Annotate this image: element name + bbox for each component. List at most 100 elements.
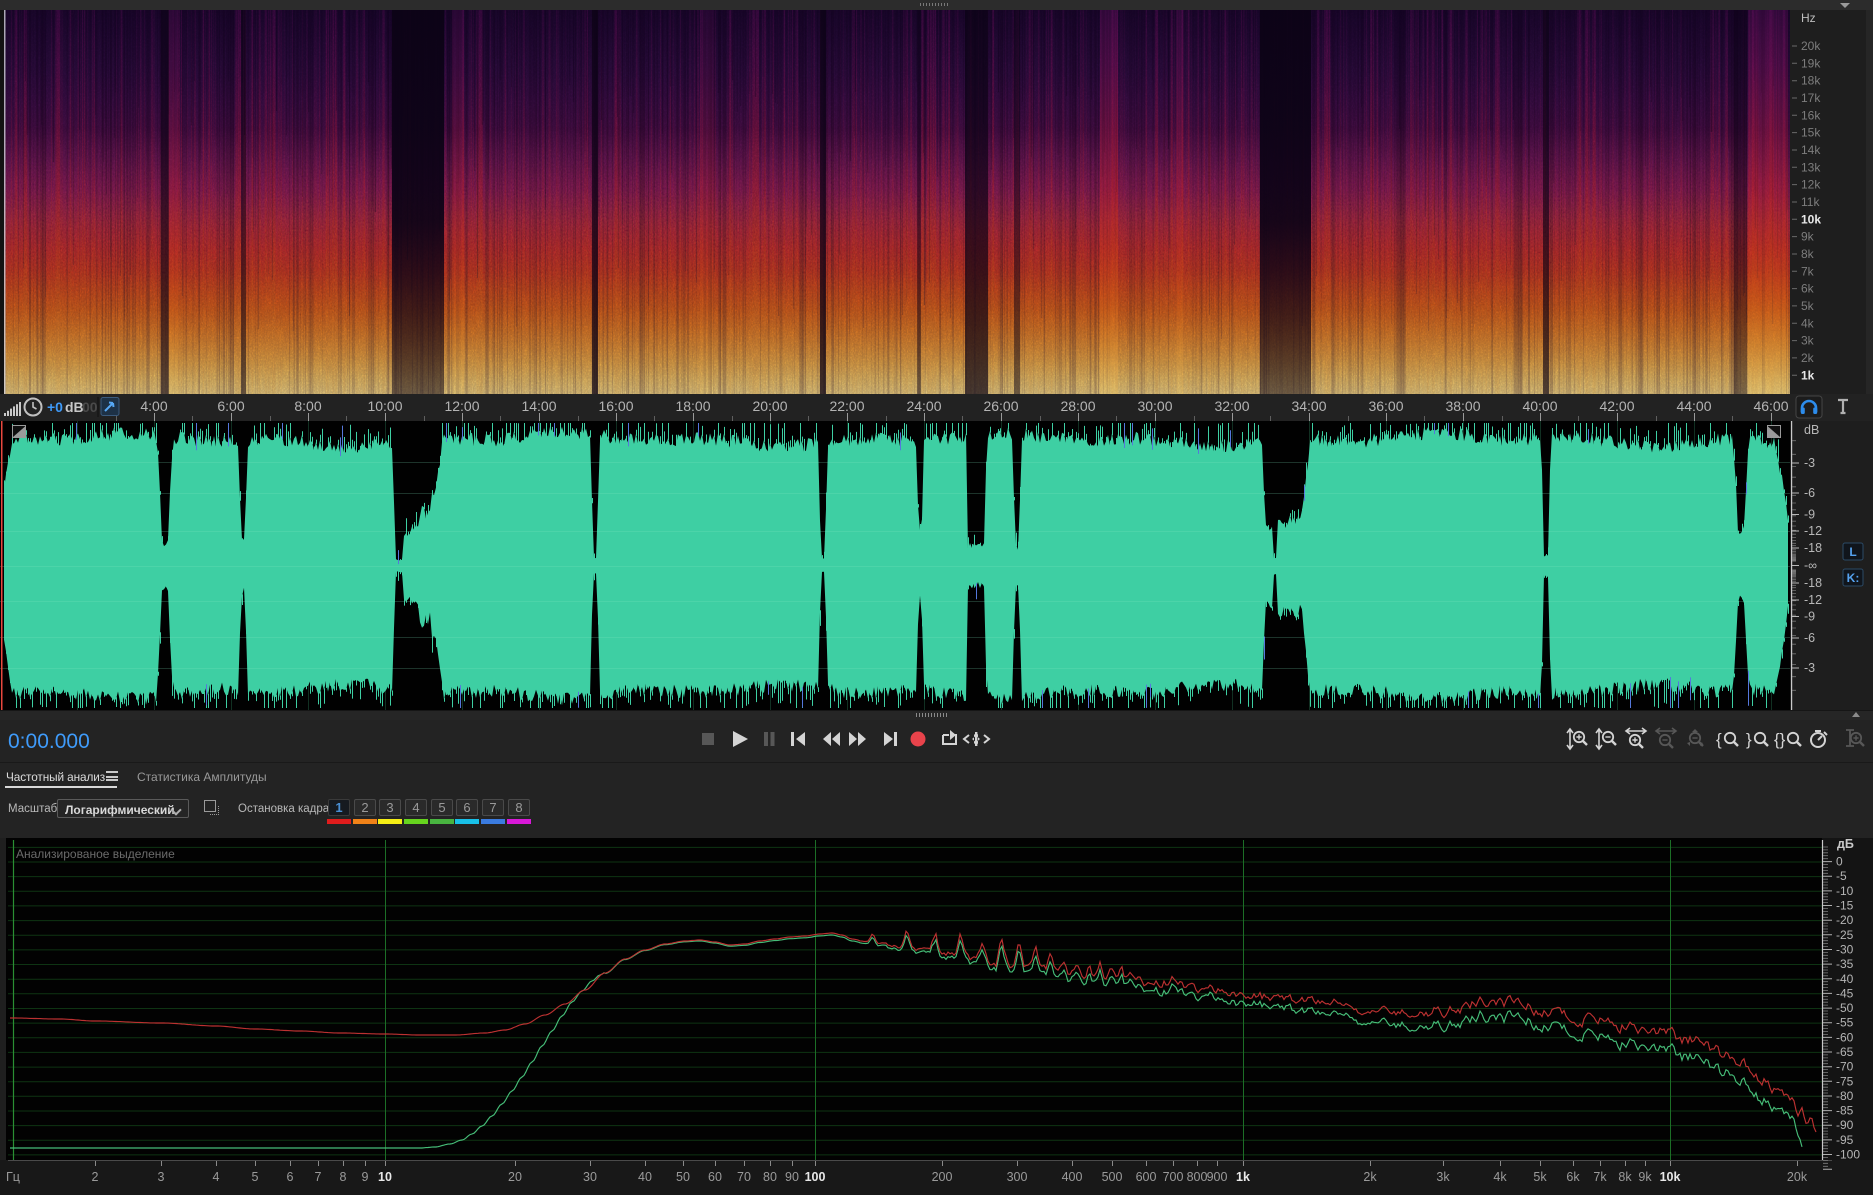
svg-text:Анализированое выделение: Анализированое выделение (16, 847, 175, 861)
svg-text:00: 00 (82, 399, 98, 415)
svg-text:500: 500 (1102, 1170, 1123, 1184)
svg-text:20k: 20k (1787, 1170, 1808, 1184)
svg-text:46:00: 46:00 (1753, 398, 1788, 414)
svg-text:600: 600 (1136, 1170, 1157, 1184)
svg-text:-3: -3 (1804, 456, 1815, 470)
svg-text:2k: 2k (1363, 1170, 1377, 1184)
svg-text:+0: +0 (47, 399, 63, 415)
svg-text:-85: -85 (1836, 1104, 1854, 1118)
svg-text:14:00: 14:00 (521, 398, 556, 414)
svg-text:18k: 18k (1801, 74, 1821, 88)
svg-text:17k: 17k (1801, 91, 1821, 105)
svg-text:{}: {} (1774, 730, 1786, 749)
svg-text:5k: 5k (1801, 299, 1815, 313)
svg-text:0:00.000: 0:00.000 (8, 730, 90, 753)
svg-text:10k: 10k (1660, 1170, 1681, 1184)
svg-text:-40: -40 (1836, 972, 1854, 986)
svg-text:-10: -10 (1836, 884, 1854, 898)
svg-text:-20: -20 (1836, 913, 1854, 927)
svg-text:70: 70 (737, 1170, 751, 1184)
svg-text:16k: 16k (1801, 108, 1821, 122)
svg-text:K:: K: (1847, 571, 1860, 585)
svg-text:-95: -95 (1836, 1133, 1854, 1147)
svg-text:44:00: 44:00 (1676, 398, 1711, 414)
svg-text:-50: -50 (1836, 1001, 1854, 1015)
svg-text:-65: -65 (1836, 1045, 1854, 1059)
svg-text:-60: -60 (1836, 1030, 1854, 1044)
svg-text:-6: -6 (1804, 486, 1815, 500)
svg-text:-25: -25 (1836, 928, 1854, 942)
svg-text:8: 8 (340, 1170, 347, 1184)
svg-text:-3: -3 (1804, 661, 1815, 675)
svg-text:28:00: 28:00 (1060, 398, 1095, 414)
svg-text:-15: -15 (1836, 899, 1854, 913)
svg-text:-9: -9 (1804, 610, 1815, 624)
svg-text:300: 300 (1007, 1170, 1028, 1184)
svg-text:60: 60 (708, 1170, 722, 1184)
svg-text:20:00: 20:00 (752, 398, 787, 414)
svg-text:16:00: 16:00 (598, 398, 633, 414)
svg-text:-70: -70 (1836, 1060, 1854, 1074)
svg-text:50: 50 (676, 1170, 690, 1184)
svg-text:дБ: дБ (1837, 838, 1854, 851)
svg-text:10:00: 10:00 (367, 398, 402, 414)
svg-text:90: 90 (785, 1170, 799, 1184)
svg-text:-∞: -∞ (1804, 559, 1817, 573)
svg-text:3k: 3k (1801, 334, 1815, 348)
svg-text:4:00: 4:00 (140, 398, 167, 414)
svg-text:dB: dB (65, 399, 84, 415)
svg-text:-18: -18 (1804, 541, 1822, 555)
svg-text:13k: 13k (1801, 160, 1821, 174)
svg-text:20k: 20k (1801, 39, 1821, 53)
svg-text:700: 700 (1163, 1170, 1184, 1184)
svg-text:7k: 7k (1801, 264, 1815, 278)
svg-text:-80: -80 (1836, 1089, 1854, 1103)
svg-text:14k: 14k (1801, 143, 1821, 157)
svg-text:19k: 19k (1801, 56, 1821, 70)
svg-text:-100: -100 (1836, 1148, 1860, 1162)
svg-text:-18: -18 (1804, 576, 1822, 590)
svg-text:26:00: 26:00 (983, 398, 1018, 414)
svg-text:15k: 15k (1801, 126, 1821, 140)
svg-text:30: 30 (583, 1170, 597, 1184)
svg-text:1k: 1k (1236, 1170, 1250, 1184)
svg-text:3k: 3k (1436, 1170, 1450, 1184)
svg-text:200: 200 (932, 1170, 953, 1184)
svg-text:12k: 12k (1801, 178, 1821, 192)
svg-text:-5: -5 (1836, 869, 1847, 883)
svg-text:9k: 9k (1638, 1170, 1652, 1184)
svg-text:L: L (1849, 545, 1856, 559)
svg-text:7: 7 (315, 1170, 322, 1184)
svg-text:42:00: 42:00 (1599, 398, 1634, 414)
svg-text:dB: dB (1804, 423, 1819, 437)
svg-text:-9: -9 (1804, 508, 1815, 522)
svg-text:38:00: 38:00 (1445, 398, 1480, 414)
svg-text:Гц: Гц (6, 1170, 20, 1184)
svg-text:-12: -12 (1804, 593, 1822, 607)
svg-text:900: 900 (1207, 1170, 1228, 1184)
svg-text:6k: 6k (1801, 282, 1815, 296)
svg-text:-6: -6 (1804, 631, 1815, 645)
svg-text:8:00: 8:00 (294, 398, 321, 414)
svg-text:100: 100 (805, 1170, 826, 1184)
svg-text:-12: -12 (1804, 524, 1822, 538)
svg-text:-30: -30 (1836, 943, 1854, 957)
svg-text:4: 4 (213, 1170, 220, 1184)
svg-text:0: 0 (1836, 855, 1843, 869)
svg-text:Hz: Hz (1801, 11, 1816, 25)
svg-text:4k: 4k (1801, 316, 1815, 330)
svg-text:36:00: 36:00 (1368, 398, 1403, 414)
svg-text:800: 800 (1187, 1170, 1208, 1184)
svg-text:9k: 9k (1801, 230, 1815, 244)
svg-text:12:00: 12:00 (444, 398, 479, 414)
svg-text:5: 5 (252, 1170, 259, 1184)
svg-text:32:00: 32:00 (1214, 398, 1249, 414)
svg-text:10k: 10k (1801, 212, 1821, 226)
svg-text:-35: -35 (1836, 957, 1854, 971)
svg-text:34:00: 34:00 (1291, 398, 1326, 414)
svg-text:80: 80 (763, 1170, 777, 1184)
svg-text:}: } (1746, 730, 1752, 749)
svg-text:{: { (1716, 730, 1722, 749)
svg-text:-45: -45 (1836, 986, 1854, 1000)
svg-text:-75: -75 (1836, 1074, 1854, 1088)
